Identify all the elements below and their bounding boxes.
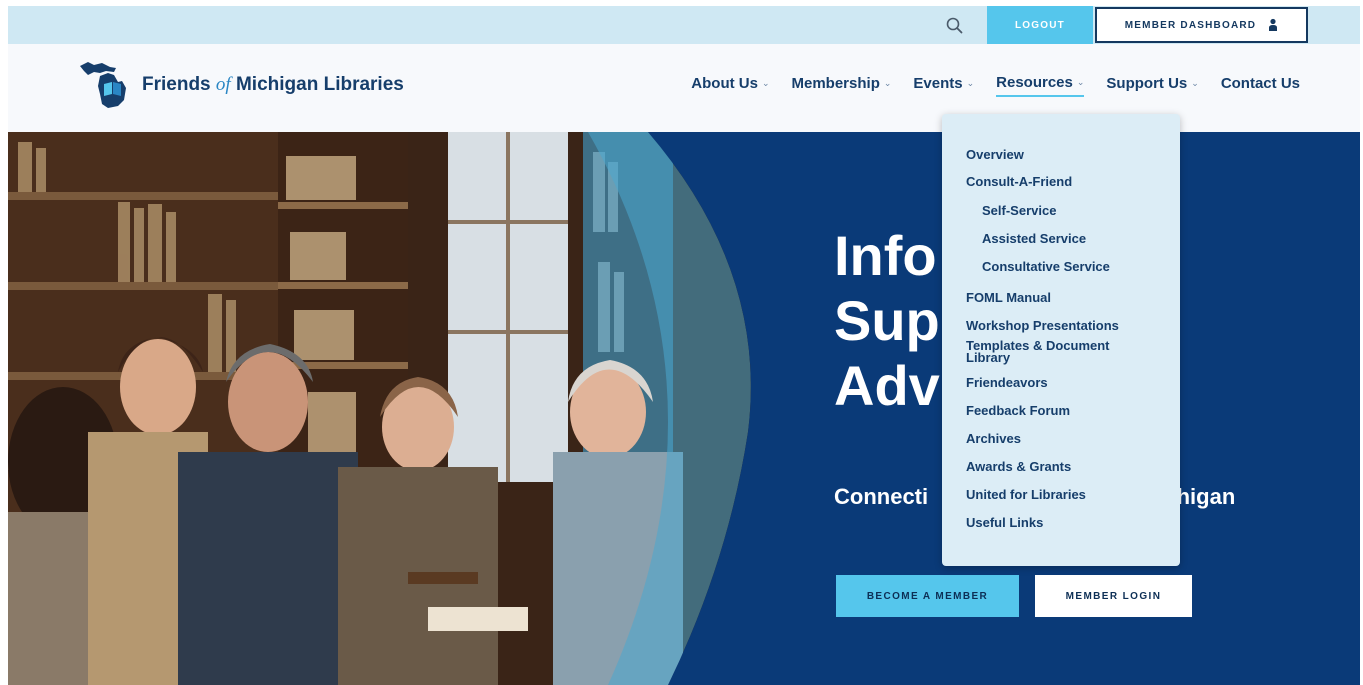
logout-label: LOGOUT [1015,19,1065,31]
chevron-down-icon: ⌄ [1191,78,1199,88]
member-dashboard-label: MEMBER DASHBOARD [1124,19,1257,31]
member-login-button[interactable]: MEMBER LOGIN [1035,575,1192,617]
logo-text-michigan-libraries: Michigan Libraries [230,74,404,95]
nav-contact-us[interactable]: Contact Us [1221,75,1300,96]
dropdown-item-consultative-service[interactable]: Consultative Service [966,259,1180,274]
dropdown-item-templates-document-library[interactable]: Templates & Document Library [966,339,1156,364]
logout-button[interactable]: LOGOUT [987,6,1093,44]
nav-events[interactable]: Events ⌄ [913,75,974,96]
nav-about-us-label: About Us [691,75,758,92]
dropdown-item-workshop-presentations[interactable]: Workshop Presentations [966,318,1180,333]
search-button[interactable] [943,14,967,38]
hero-library-photo [8,132,768,685]
member-dashboard-button[interactable]: MEMBER DASHBOARD [1095,7,1308,43]
hero-title-line-2: Sup [834,288,940,352]
hero-title-line-3: Adv [834,353,940,417]
chevron-down-icon: ⌄ [761,78,770,88]
nav-support-us[interactable]: Support Us ⌄ [1106,75,1198,96]
nav-contact-us-label: Contact Us [1220,75,1300,92]
nav-membership-label: Membership [791,75,880,92]
dropdown-item-self-service[interactable]: Self-Service [966,203,1180,218]
dropdown-item-friendeavors[interactable]: Friendeavors [966,375,1180,390]
hero-title: Info Sup Adv [834,224,940,419]
member-login-label: MEMBER LOGIN [1065,590,1162,602]
dropdown-item-united-for-libraries[interactable]: United for Libraries [966,487,1180,502]
chevron-down-icon: ⌄ [966,78,975,88]
become-member-label: BECOME A MEMBER [866,590,989,602]
dropdown-item-archives[interactable]: Archives [966,431,1180,446]
dropdown-item-assisted-service[interactable]: Assisted Service [966,231,1180,246]
main-nav: About Us ⌄ Membership ⌄ Events ⌄ Resourc… [691,74,1300,97]
dropdown-item-foml-manual[interactable]: FOML Manual [966,290,1180,305]
chevron-down-icon: ⌄ [1076,77,1085,87]
dropdown-item-overview[interactable]: Overview [966,147,1180,162]
nav-about-us[interactable]: About Us ⌄ [691,75,769,96]
michigan-book-logo-icon [80,62,126,108]
dropdown-item-useful-links[interactable]: Useful Links [966,515,1180,530]
chevron-down-icon: ⌄ [883,78,892,88]
search-icon [946,17,963,34]
nav-events-label: Events [913,75,963,92]
resources-dropdown-menu: Overview Consult-A-Friend Self-Service A… [942,114,1180,566]
nav-membership[interactable]: Membership ⌄ [792,75,892,96]
nav-resources-label: Resources [996,74,1073,91]
site-logo-text: Friends of Michigan Libraries [142,74,404,96]
dropdown-item-consult-a-friend[interactable]: Consult-A-Friend [966,174,1180,189]
logo-text-of: of [215,74,231,95]
become-member-button[interactable]: BECOME A MEMBER [836,575,1019,617]
site-logo[interactable]: Friends of Michigan Libraries [78,56,404,114]
hero-title-line-1: Info [834,224,937,287]
dropdown-item-feedback-forum[interactable]: Feedback Forum [966,403,1180,418]
hero-subtitle-left: Connecti [834,484,929,509]
dropdown-item-awards-grants[interactable]: Awards & Grants [966,459,1180,474]
utility-bar: LOGOUT MEMBER DASHBOARD [8,6,1360,44]
nav-resources[interactable]: Resources ⌄ [996,74,1085,97]
person-icon [1269,18,1278,31]
logo-text-friends: Friends [142,74,216,95]
nav-support-us-label: Support Us [1106,75,1188,92]
